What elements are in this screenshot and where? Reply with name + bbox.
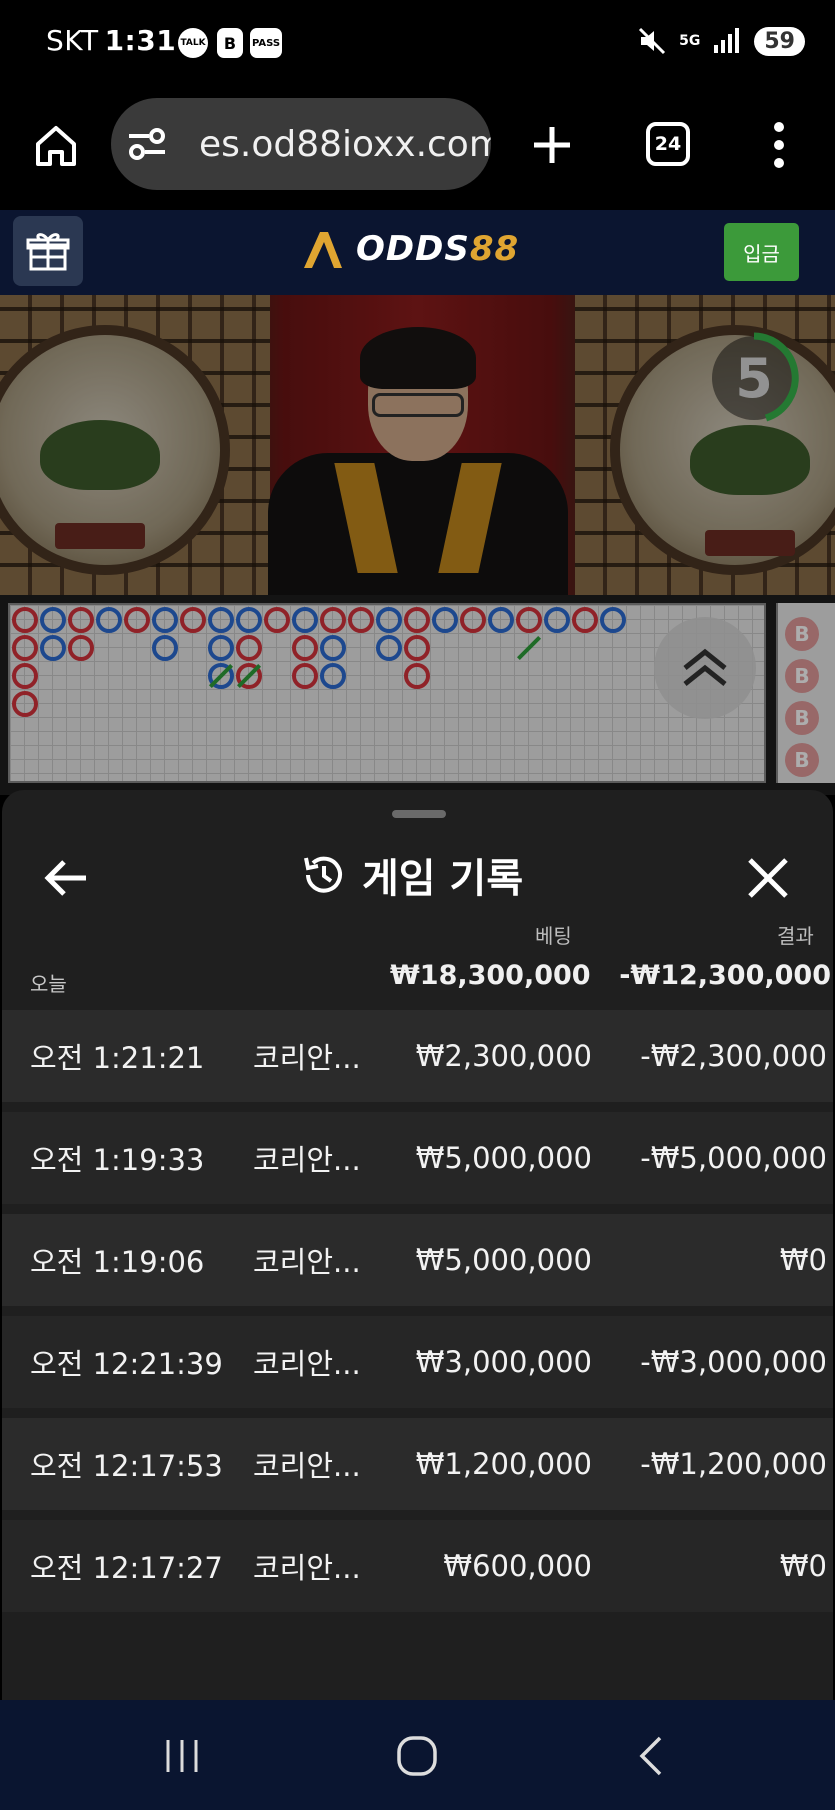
row-game: 코리안... [253, 1245, 361, 1279]
more-menu-icon[interactable] [764, 120, 794, 170]
row-time: 오전 12:17:27 [30, 1551, 223, 1585]
today-label: 오늘 [30, 972, 67, 996]
history-row[interactable]: 오전 12:17:27 코리안... ₩600,000 ₩0 [2, 1520, 833, 1612]
logo-text-88: 88 [469, 229, 520, 269]
row-game: 코리안... [253, 1041, 361, 1075]
b-icon: B [217, 28, 243, 58]
home-circle-icon [397, 1736, 437, 1776]
talk-icon: TALK [178, 28, 208, 58]
row-bet: ₩5,000,000 [415, 1243, 592, 1277]
recent-apps-icon [166, 1740, 198, 1772]
row-result: -₩1,200,000 [640, 1447, 827, 1481]
row-time: 오전 12:21:39 [30, 1347, 223, 1381]
close-icon[interactable] [742, 852, 794, 904]
status-carrier-time: SKT 1:31 [46, 24, 176, 57]
battery-indicator: 59 [754, 26, 805, 56]
logo-mark-icon [304, 232, 342, 268]
network-5g-icon: 5G [679, 33, 701, 49]
row-time: 오전 1:21:21 [30, 1041, 205, 1075]
home-button[interactable] [387, 1726, 447, 1786]
status-bar: SKT 1:31 TALK B PASS 5G 59 [0, 0, 835, 84]
row-bet: ₩1,200,000 [415, 1447, 592, 1481]
recent-apps-button[interactable] [152, 1726, 212, 1786]
site-logo[interactable]: ODDS88 [300, 228, 519, 270]
row-bet: ₩2,300,000 [415, 1039, 592, 1073]
signal-icon [714, 28, 740, 53]
row-result: -₩3,000,000 [640, 1345, 827, 1379]
history-row[interactable]: 오전 1:19:06 코리안... ₩5,000,000 ₩0 [2, 1214, 833, 1306]
url-text[interactable]: es.od88ioxx.com [199, 124, 491, 165]
row-game: 코리안... [253, 1143, 361, 1177]
clock: 1:31 [104, 24, 177, 57]
status-right-icons: 5G 59 [637, 26, 805, 56]
tab-switcher-button[interactable]: 24 [646, 122, 690, 166]
home-icon[interactable] [32, 122, 80, 170]
history-row[interactable]: 오전 1:19:33 코리안... ₩5,000,000 -₩5,000,000 [2, 1112, 833, 1204]
site-settings-icon[interactable] [127, 126, 167, 162]
row-result: ₩0 [779, 1243, 827, 1277]
history-list: 오전 1:21:21 코리안... ₩2,300,000 -₩2,300,000… [2, 1010, 833, 1622]
modal-backdrop[interactable] [0, 295, 835, 795]
today-bet-total: ₩18,300,000 [390, 960, 591, 991]
address-bar[interactable]: es.od88ioxx.com [111, 98, 491, 190]
back-button[interactable] [622, 1726, 682, 1786]
sheet-title-text: 게임 기록 [362, 856, 524, 902]
pass-icon: PASS [250, 28, 282, 58]
game-history-sheet: 게임 기록 베팅 결과 오늘 ₩18,300,000 -₩12,300,000 … [2, 790, 833, 1700]
back-arrow-icon[interactable] [40, 852, 92, 904]
row-result: -₩5,000,000 [640, 1141, 827, 1175]
row-game: 코리안... [253, 1347, 361, 1381]
carrier-label: SKT [46, 24, 99, 57]
row-time: 오전 1:19:33 [30, 1143, 205, 1177]
history-icon [304, 856, 342, 893]
history-row[interactable]: 오전 1:21:21 코리안... ₩2,300,000 -₩2,300,000 [2, 1010, 833, 1102]
gift-icon [26, 233, 70, 271]
history-row[interactable]: 오전 12:21:39 코리안... ₩3,000,000 -₩3,000,00… [2, 1316, 833, 1408]
today-result-total: -₩12,300,000 [619, 960, 831, 991]
row-result: -₩2,300,000 [640, 1039, 827, 1073]
browser-toolbar: es.od88ioxx.com 24 [0, 84, 835, 210]
row-time: 오전 1:19:06 [30, 1245, 205, 1279]
column-header-bet: 베팅 [535, 924, 572, 948]
site-header: ODDS88 입금 [0, 210, 835, 295]
new-tab-icon[interactable] [531, 124, 573, 166]
row-result: ₩0 [779, 1549, 827, 1583]
row-bet: ₩3,000,000 [415, 1345, 592, 1379]
deposit-button[interactable]: 입금 [724, 223, 799, 281]
row-game: 코리안... [253, 1551, 361, 1585]
row-game: 코리안... [253, 1449, 361, 1483]
sheet-title: 게임 기록 [300, 846, 523, 904]
gift-button[interactable] [13, 216, 83, 286]
logo-text-odds: ODDS [356, 229, 470, 269]
back-chevron-icon [639, 1736, 662, 1776]
row-time: 오전 12:17:53 [30, 1449, 223, 1483]
history-row[interactable]: 오전 12:17:53 코리안... ₩1,200,000 -₩1,200,00… [2, 1418, 833, 1510]
system-navigation-bar [0, 1700, 835, 1810]
row-bet: ₩5,000,000 [415, 1141, 592, 1175]
sheet-drag-handle[interactable] [392, 810, 446, 818]
column-header-result: 결과 [777, 924, 814, 948]
mute-icon [639, 27, 666, 55]
row-bet: ₩600,000 [443, 1549, 592, 1583]
sheet-header: 게임 기록 [2, 838, 833, 918]
